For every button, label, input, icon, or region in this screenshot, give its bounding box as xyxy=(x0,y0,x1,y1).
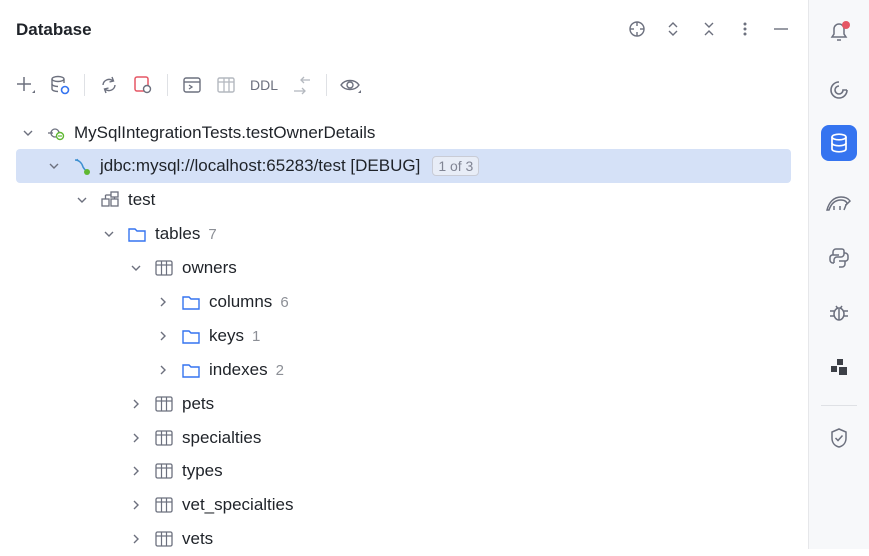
add-icon[interactable] xyxy=(14,73,38,97)
table-icon xyxy=(154,258,174,278)
folder-icon xyxy=(127,224,147,244)
session-badge[interactable]: 1 of 3 xyxy=(432,156,480,176)
datasource-properties-icon[interactable] xyxy=(48,73,72,97)
table-icon xyxy=(154,428,174,448)
chevron-right-icon[interactable] xyxy=(128,531,144,547)
table-icon xyxy=(154,495,174,515)
mysql-connection-icon xyxy=(72,156,92,176)
chevron-right-icon[interactable] xyxy=(155,294,171,310)
chevron-right-icon[interactable] xyxy=(155,328,171,344)
notifications-icon[interactable] xyxy=(821,14,857,50)
debug-icon[interactable] xyxy=(821,294,857,330)
minimize-icon[interactable] xyxy=(770,18,792,40)
chevron-down-icon[interactable] xyxy=(74,192,90,208)
tree-node-table[interactable]: pets xyxy=(128,387,214,421)
chevron-down-icon[interactable] xyxy=(128,260,144,276)
toolbar-separator xyxy=(84,74,85,96)
owners-label: owners xyxy=(182,258,237,277)
chevron-down-icon[interactable] xyxy=(101,226,117,242)
right-strip-separator xyxy=(821,405,857,406)
table-view-icon[interactable] xyxy=(214,73,238,97)
root-label: MySqlIntegrationTests.testOwnerDetails xyxy=(74,123,376,142)
crosshair-icon[interactable] xyxy=(626,18,648,40)
table-label: types xyxy=(182,461,223,480)
tree-node-tables-folder[interactable]: tables 7 xyxy=(101,217,217,251)
test-run-config-icon xyxy=(46,123,66,143)
chevron-right-icon[interactable] xyxy=(128,396,144,412)
tree-node-keys[interactable]: keys 1 xyxy=(155,319,260,353)
tree-node-connection[interactable]: jdbc:mysql://localhost:65283/test [DEBUG… xyxy=(16,149,791,183)
disconnect-icon[interactable] xyxy=(131,73,155,97)
tree-node-table[interactable]: types xyxy=(128,454,223,488)
chevron-right-icon[interactable] xyxy=(128,463,144,479)
toolbar-separator xyxy=(326,74,328,96)
keys-label: keys xyxy=(209,326,244,345)
tree-node-owners[interactable]: owners xyxy=(128,251,237,285)
tree-node-root[interactable]: MySqlIntegrationTests.testOwnerDetails xyxy=(20,116,375,150)
table-icon xyxy=(154,394,174,414)
folder-icon xyxy=(181,292,201,312)
tree-node-columns[interactable]: columns 6 xyxy=(155,285,289,319)
chevron-right-icon[interactable] xyxy=(128,430,144,446)
tree-node-table[interactable]: vet_specialties xyxy=(128,488,294,522)
collapse-all-icon[interactable] xyxy=(698,18,720,40)
tree-node-indexes[interactable]: indexes 2 xyxy=(155,353,284,387)
gradle-icon[interactable] xyxy=(821,186,857,222)
ai-assistant-icon[interactable] xyxy=(821,72,857,108)
table-icon xyxy=(154,461,174,481)
tables-count: 7 xyxy=(208,225,217,243)
columns-count: 6 xyxy=(280,293,289,311)
chevron-down-icon[interactable] xyxy=(46,158,62,174)
tree-node-schema[interactable]: test xyxy=(74,183,155,217)
more-options-icon[interactable] xyxy=(734,18,756,40)
table-label: vets xyxy=(182,529,214,548)
right-tool-strip xyxy=(808,0,869,549)
database-tool-window: Database DDL MySqlIntegrationTests.testO… xyxy=(0,0,808,549)
tree-node-table[interactable]: specialties xyxy=(128,421,261,455)
database-toolbar: DDL xyxy=(14,70,363,100)
table-label: vet_specialties xyxy=(182,495,294,514)
chevron-right-icon[interactable] xyxy=(128,497,144,513)
schema-label: test xyxy=(128,190,156,209)
tool-window-header: Database xyxy=(0,0,808,62)
table-icon xyxy=(154,529,174,549)
keys-count: 1 xyxy=(251,327,261,345)
jump-to-source-icon[interactable] xyxy=(290,73,314,97)
security-icon[interactable] xyxy=(821,420,857,456)
tree-node-table[interactable]: vets xyxy=(128,522,213,556)
chevron-right-icon[interactable] xyxy=(155,362,171,378)
chevron-down-icon[interactable] xyxy=(20,125,36,141)
view-options-icon[interactable] xyxy=(339,73,363,97)
columns-label: columns xyxy=(209,292,273,311)
expand-all-icon[interactable] xyxy=(662,18,684,40)
console-icon[interactable] xyxy=(180,73,204,97)
folder-icon xyxy=(181,360,201,380)
schema-icon xyxy=(100,190,120,210)
table-label: specialties xyxy=(182,428,262,447)
folder-icon xyxy=(181,326,201,346)
connection-label: jdbc:mysql://localhost:65283/test [DEBUG… xyxy=(100,156,421,175)
ddl-button[interactable]: DDL xyxy=(248,73,280,97)
tool-window-title: Database xyxy=(16,20,92,39)
header-actions xyxy=(626,18,792,40)
database-icon[interactable] xyxy=(821,125,857,161)
python-icon[interactable] xyxy=(821,240,857,276)
table-label: pets xyxy=(182,394,215,413)
indexes-count: 2 xyxy=(275,361,284,379)
refresh-icon[interactable] xyxy=(97,73,121,97)
plugin-icon[interactable] xyxy=(821,350,857,386)
indexes-label: indexes xyxy=(209,360,268,379)
tables-folder-label: tables xyxy=(155,224,201,243)
toolbar-separator xyxy=(167,74,168,96)
